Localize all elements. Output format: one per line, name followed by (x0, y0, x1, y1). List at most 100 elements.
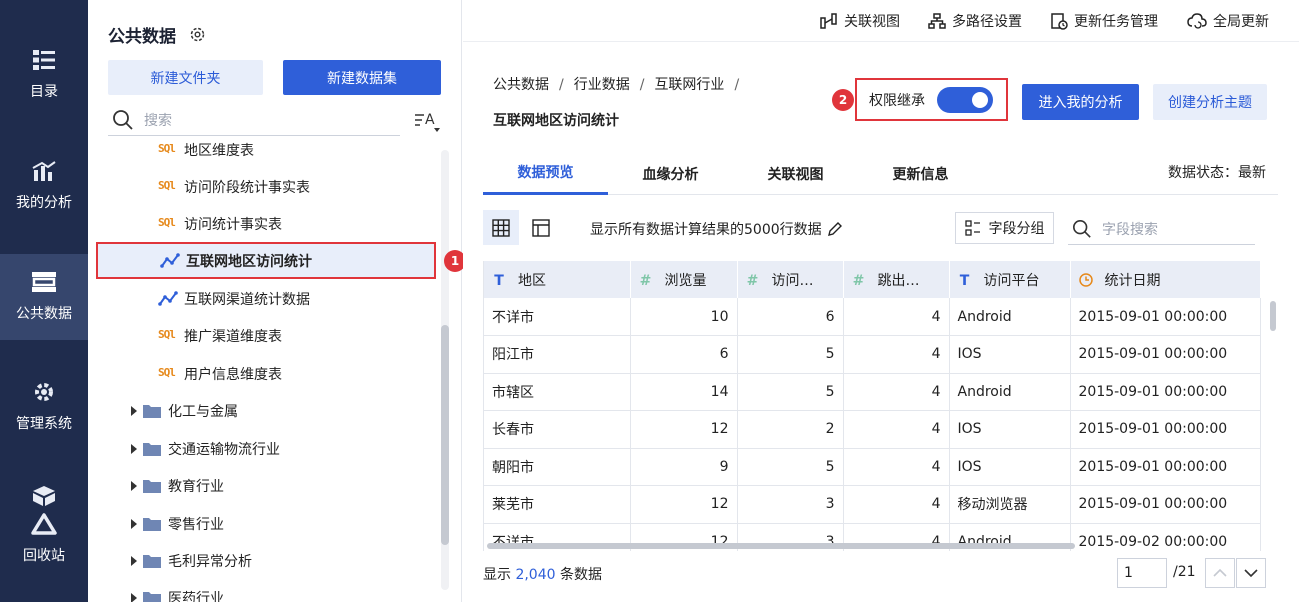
table-cell: 12 (630, 485, 738, 524)
column-header[interactable]: # 访问… (737, 261, 844, 298)
caret-right-icon (131, 480, 137, 491)
tree-node[interactable]: SQl 访问统计事实表 (158, 205, 448, 242)
breadcrumb-item[interactable]: 互联网行业 (654, 77, 724, 93)
grid-view-button[interactable] (483, 210, 519, 245)
sort-icon[interactable]: A (414, 110, 442, 132)
topbar-global-update[interactable]: 全局更新 (1187, 0, 1269, 42)
table-row: 莱芜市 12 3 4 移动浏览器 2015-09-01 00:00:00 (484, 485, 1261, 524)
table-row: 市辖区 14 5 4 Android 2015-09-01 00:00:00 (484, 373, 1261, 411)
table-cell: 5 (737, 373, 844, 411)
table-row: 阳江市 6 5 4 IOS 2015-09-01 00:00:00 (484, 335, 1261, 374)
tree-node[interactable]: SQl 推广渠道维度表 (158, 317, 448, 354)
nav-item-system[interactable]: 管理系统 (0, 364, 88, 450)
data-tree-panel: 公共数据 新建文件夹 新建数据集 搜索 A SQl 地区维度表 SQl 访问阶段统计… (88, 0, 466, 602)
tree-folder[interactable]: 毛利异常分析 (128, 542, 448, 579)
tree-folder[interactable]: 零售行业 (128, 505, 448, 542)
permission-toggle[interactable] (937, 86, 993, 113)
table-cell: 2015-09-01 00:00:00 (1070, 298, 1261, 336)
nav-item-my-analysis[interactable]: 我的分析 (0, 143, 88, 229)
task-clipboard-icon (1051, 13, 1068, 30)
table-cell: 4 (843, 485, 950, 524)
column-header[interactable]: 统计日期 (1070, 261, 1261, 298)
tree-node-label: 用户信息维度表 (184, 366, 282, 383)
table-cell: 4 (843, 298, 950, 336)
layout-view-button[interactable] (523, 210, 559, 245)
tree-folder[interactable]: 交通运输物流行业 (128, 430, 448, 467)
tree-folder[interactable]: 教育行业 (128, 467, 448, 504)
table-cell: Android (949, 298, 1071, 336)
topbar: 关联视图 多路径设置 更新任务管理 全局更新 (463, 0, 1299, 42)
tab-update-info[interactable]: 更新信息 (858, 152, 983, 195)
next-page-button[interactable] (1236, 558, 1266, 588)
column-header[interactable]: # 跳出… (843, 261, 950, 298)
table-vertical-scrollbar[interactable] (1268, 297, 1278, 551)
nav-item-catalog[interactable]: 目录 (0, 32, 88, 118)
scroll-thumb[interactable] (1270, 301, 1276, 331)
tree-search-input[interactable]: 搜索 (108, 105, 400, 136)
topbar-multipath[interactable]: 多路径设置 (928, 0, 1022, 42)
chart-icon (32, 161, 56, 181)
scroll-thumb[interactable] (487, 543, 1075, 549)
topbar-relation-view[interactable]: 关联视图 (820, 0, 900, 42)
tab-data-preview[interactable]: 数据预览 (483, 152, 608, 195)
tab-lineage[interactable]: 血缘分析 (608, 152, 733, 195)
field-group-button[interactable]: 字段分组 (955, 212, 1054, 244)
edit-icon[interactable] (826, 220, 844, 238)
table-cell: Android (949, 373, 1071, 411)
column-label: 浏览量 (664, 272, 707, 289)
new-dataset-button[interactable]: 新建数据集 (283, 60, 441, 95)
table-cell: 2015-09-01 00:00:00 (1070, 485, 1261, 524)
tree-folder[interactable]: 化工与金属 (128, 392, 448, 429)
prev-page-button[interactable] (1205, 558, 1235, 588)
breadcrumb-item[interactable]: 行业数据 (574, 77, 630, 93)
field-search-input[interactable]: 字段搜索 (1068, 214, 1255, 245)
page-input[interactable]: 1 (1117, 558, 1167, 588)
sql-table-icon: SQl (158, 141, 176, 155)
nav-item-public-data[interactable]: 公共数据 (0, 254, 88, 340)
scroll-thumb[interactable] (441, 325, 449, 545)
tree-node[interactable]: 互联网渠道统计数据 (158, 280, 448, 317)
tree-node-label: 交通运输物流行业 (168, 441, 280, 458)
new-folder-button[interactable]: 新建文件夹 (108, 60, 263, 95)
nav-label: 目录 (30, 84, 58, 100)
table-cell: 5 (737, 448, 844, 486)
enter-my-analysis-button[interactable]: 进入我的分析 (1022, 84, 1139, 120)
table-cell: 2015-09-01 00:00:00 (1070, 410, 1261, 449)
tree-node-label: 访问统计事实表 (184, 216, 282, 233)
tree-node[interactable]: SQl 用户信息维度表 (158, 355, 448, 392)
page-total: /21 (1173, 564, 1196, 580)
tree-list: SQl 地区维度表 SQl 访问阶段统计事实表 SQl 访问统计事实表 互联网地区访问… (88, 137, 448, 602)
topbar-update-tasks[interactable]: 更新任务管理 (1050, 0, 1158, 42)
table-cell: 4 (843, 448, 950, 486)
caret-right-icon (131, 592, 137, 602)
column-label: 访问… (771, 272, 814, 289)
tree-node[interactable]: SQl 地区维度表 (158, 137, 448, 168)
preview-info: 显示所有数据计算结果的5000行数据 (590, 219, 844, 239)
tab-relation-view[interactable]: 关联视图 (733, 152, 858, 195)
topbar-label: 多路径设置 (952, 14, 1022, 30)
nav-item-recycle[interactable]: 回收站 (0, 470, 88, 580)
table-cell: 6 (737, 298, 844, 336)
table-horizontal-scrollbar[interactable] (483, 541, 1075, 551)
field-group-label: 字段分组 (988, 221, 1045, 237)
column-header[interactable]: # 浏览量 (630, 261, 738, 298)
settings-gear-icon[interactable] (189, 26, 206, 43)
column-label: 地区 (518, 272, 546, 289)
field-search-placeholder: 字段搜索 (1102, 222, 1158, 238)
tree-folder[interactable]: 医药行业 (128, 579, 448, 602)
column-header[interactable]: T 地区 (484, 261, 631, 298)
hierarchy-icon (928, 13, 946, 29)
sql-table-icon: SQl (158, 327, 176, 341)
table-cell: 4 (843, 335, 950, 374)
table-cell: 2015-09-01 00:00:00 (1070, 373, 1261, 411)
column-header[interactable]: T 访问平台 (949, 261, 1071, 298)
table-cell: 2 (737, 410, 844, 449)
tree-node-label: 推广渠道维度表 (184, 328, 282, 345)
column-label: 访问平台 (983, 272, 1040, 289)
tree-node[interactable]: SQl 访问阶段统计事实表 (158, 168, 448, 205)
sql-table-icon: SQl (158, 178, 176, 192)
tree-scrollbar[interactable] (441, 150, 449, 590)
breadcrumb-item[interactable]: 公共数据 (493, 77, 549, 93)
create-theme-button[interactable]: 创建分析主题 (1153, 84, 1267, 120)
tree-node-selected[interactable]: 互联网地区访问统计 (96, 242, 436, 279)
